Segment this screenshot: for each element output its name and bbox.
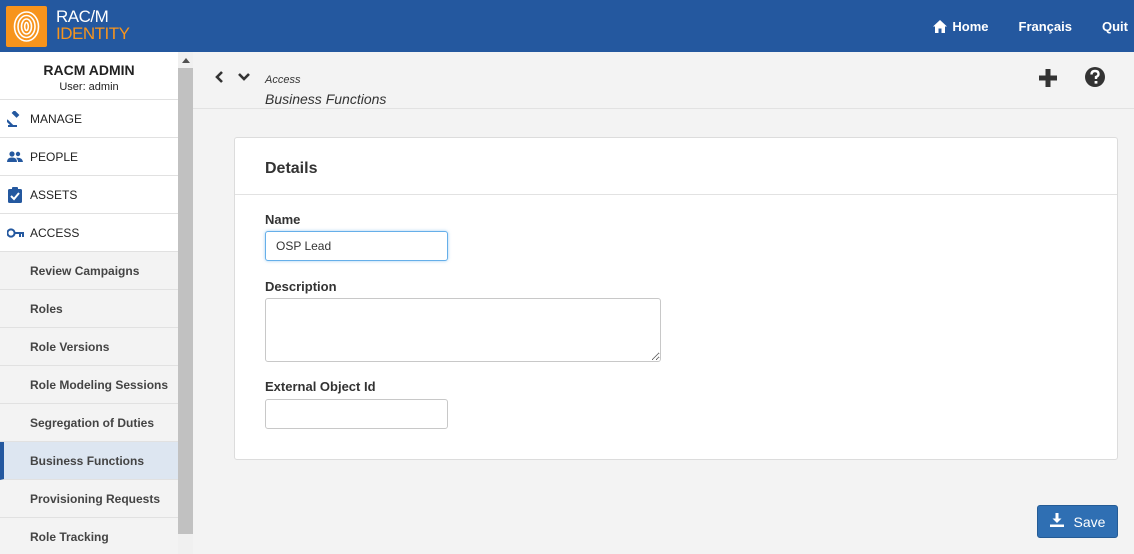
download-icon <box>1049 513 1064 530</box>
sidebar-item-access[interactable]: ACCESS <box>0 214 178 252</box>
sidebar-item-provisioning-requests[interactable]: Provisioning Requests <box>0 480 178 518</box>
sidebar-item-review-campaigns[interactable]: Review Campaigns <box>0 252 178 290</box>
external-object-id-input[interactable] <box>265 399 448 429</box>
details-card: Details Name Description External Object… <box>234 137 1118 460</box>
sidebar-item-label: PEOPLE <box>30 149 79 164</box>
scrollbar-thumb[interactable] <box>178 68 193 534</box>
brand-line-1: RAC/M <box>56 7 109 26</box>
sidebar-item-label: MANAGE <box>30 111 83 126</box>
navigation-arrows <box>213 70 251 84</box>
gavel-icon <box>6 110 24 127</box>
name-input[interactable] <box>265 231 448 261</box>
sidebar-item-business-functions[interactable]: Business Functions <box>0 442 178 480</box>
people-icon <box>6 150 24 163</box>
back-chevron-icon[interactable] <box>213 70 227 84</box>
clipboard-check-icon <box>6 186 24 203</box>
save-button[interactable]: Save <box>1037 505 1118 538</box>
sidebar-item-assets[interactable]: ASSETS <box>0 176 178 214</box>
key-icon <box>6 227 24 238</box>
sidebar: RACM ADMIN User: admin MANAGE PEOPLE ASS… <box>0 52 178 554</box>
description-textarea[interactable] <box>265 298 661 362</box>
name-label: Name <box>265 212 301 227</box>
sidebar-item-role-tracking[interactable]: Role Tracking <box>0 518 178 554</box>
home-link[interactable]: Home <box>933 18 989 34</box>
external-object-id-label: External Object Id <box>265 379 376 394</box>
user-info: RACM ADMIN User: admin <box>0 52 178 100</box>
top-bar: RAC/M IDENTITY Home Français Quit <box>0 0 1134 52</box>
add-icon[interactable] <box>1037 67 1059 89</box>
sidebar-item-label: ASSETS <box>30 187 78 202</box>
sidebar-item-label: ACCESS <box>30 225 80 240</box>
sidebar-item-role-versions[interactable]: Role Versions <box>0 328 178 366</box>
home-link-label: Home <box>952 18 989 34</box>
home-icon <box>933 19 948 33</box>
user-subtitle: User: admin <box>59 81 119 93</box>
brand-logo-text: RAC/M IDENTITY <box>56 7 130 43</box>
save-button-label: Save <box>1073 513 1106 530</box>
language-link[interactable]: Français <box>1019 19 1072 34</box>
description-label: Description <box>265 279 337 294</box>
sidebar-item-role-modeling-sessions[interactable]: Role Modeling Sessions <box>0 366 178 404</box>
sidebar-item-manage[interactable]: MANAGE <box>0 100 178 138</box>
sidebar-scrollbar[interactable] <box>178 52 193 554</box>
help-icon[interactable] <box>1084 66 1106 88</box>
sidebar-item-roles[interactable]: Roles <box>0 290 178 328</box>
breadcrumb-parent: Access <box>265 74 301 86</box>
breadcrumb: Access Business Functions <box>193 52 1134 109</box>
quit-link[interactable]: Quit <box>1102 19 1128 34</box>
sidebar-item-segregation-of-duties[interactable]: Segregation of Duties <box>0 404 178 442</box>
fingerprint-logo-icon <box>6 6 47 47</box>
user-title: RACM ADMIN <box>43 62 135 78</box>
details-title: Details <box>265 160 318 177</box>
details-header: Details <box>235 138 1117 195</box>
chevron-down-icon[interactable] <box>237 70 251 84</box>
brand-line-2: IDENTITY <box>56 24 130 43</box>
scroll-up-arrow-icon[interactable] <box>178 52 193 68</box>
top-navigation: Home Français Quit <box>933 0 1134 52</box>
page-title: Business Functions <box>265 91 387 107</box>
sidebar-item-people[interactable]: PEOPLE <box>0 138 178 176</box>
